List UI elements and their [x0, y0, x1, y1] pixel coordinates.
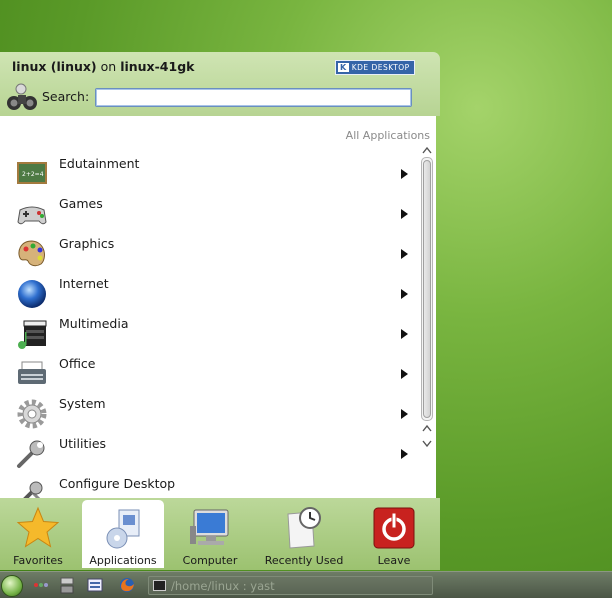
star-icon — [16, 506, 60, 548]
category-label: Multimedia — [59, 316, 129, 331]
tab-favorites[interactable]: Favorites — [6, 500, 70, 568]
file-manager-icon[interactable] — [86, 576, 104, 594]
breadcrumb-all-applications[interactable]: All Applications — [346, 129, 430, 142]
scroll-track[interactable] — [421, 157, 433, 421]
configure-desktop-item[interactable]: Configure Desktop — [0, 470, 418, 498]
scroll-down-chevron-icon[interactable] — [420, 437, 434, 449]
globe-icon — [18, 280, 46, 308]
submenu-arrow-icon — [401, 369, 408, 379]
scroll-up-chevron-icon[interactable] — [420, 144, 434, 156]
submenu-arrow-icon — [401, 409, 408, 419]
kde-desktop-logo: K KDE DESKTOP — [335, 60, 415, 75]
category-label: Games — [59, 196, 103, 211]
firefox-icon[interactable] — [118, 576, 136, 594]
category-label: Office — [59, 356, 96, 371]
category-utilities[interactable]: Utilities — [0, 430, 418, 470]
taskbar-panel: /home/linux : yast — [0, 571, 612, 598]
host-name: linux-41gk — [120, 59, 195, 74]
terminal-icon — [153, 580, 166, 591]
category-label: Edutainment — [59, 156, 140, 171]
menu-body: All Applications 2+2=4 Edutainment Games… — [0, 116, 436, 498]
tab-computer[interactable]: Computer — [176, 500, 244, 568]
on-word: on — [100, 59, 117, 74]
scroll-thumb[interactable] — [423, 160, 431, 418]
submenu-arrow-icon — [401, 289, 408, 299]
tab-label: Recently Used — [264, 554, 344, 567]
binoculars-search-icon — [7, 83, 37, 110]
category-label: Utilities — [59, 436, 107, 451]
chalkboard-icon: 2+2=4 — [17, 162, 47, 184]
tab-recently-used[interactable]: Recently Used — [258, 500, 350, 568]
taskbar-window-yast[interactable]: /home/linux : yast — [148, 576, 433, 595]
svg-text:2+2=4: 2+2=4 — [22, 171, 44, 178]
tab-label: Computer — [182, 554, 238, 567]
category-label: Internet — [59, 276, 109, 291]
tab-label: Applications — [89, 554, 157, 567]
device-notifier-icon[interactable] — [58, 576, 76, 594]
kde-k-letter: K — [338, 63, 349, 72]
desktop-pager-icon[interactable] — [32, 576, 50, 594]
typewriter-icon — [18, 361, 46, 384]
application-launcher-menu: linux (linux) on linux-41gk K KDE DESKTO… — [0, 52, 440, 570]
category-office[interactable]: Office — [0, 350, 418, 390]
gear-icon — [17, 399, 47, 429]
category-multimedia[interactable]: Multimedia — [0, 310, 418, 350]
category-internet[interactable]: Internet — [0, 270, 418, 310]
wrench-icon — [17, 440, 45, 468]
tab-label: Favorites — [13, 554, 63, 567]
clock-document-icon — [287, 507, 321, 549]
category-edutainment[interactable]: 2+2=4 Edutainment — [0, 150, 418, 190]
category-label: Graphics — [59, 236, 115, 251]
category-label: Configure Desktop — [59, 476, 176, 491]
category-list: 2+2=4 Edutainment Games Graphics Interne… — [0, 150, 418, 498]
category-label: System — [59, 396, 106, 411]
application-launcher-button[interactable] — [1, 575, 23, 597]
gamepad-icon — [17, 206, 47, 225]
power-icon — [373, 507, 415, 549]
user-host-line: linux (linux) on linux-41gk — [12, 59, 194, 74]
user-name: linux (linux) — [12, 59, 97, 74]
tab-applications[interactable]: Applications — [82, 500, 164, 568]
category-games[interactable]: Games — [0, 190, 418, 230]
clapperboard-icon — [18, 320, 47, 349]
menu-header: linux (linux) on linux-41gk K KDE DESKTO… — [0, 52, 440, 116]
launcher-tab-bar: Favorites Applications Computer Recently… — [0, 498, 440, 570]
search-label: Search: — [42, 89, 90, 104]
submenu-arrow-icon — [401, 209, 408, 219]
submenu-arrow-icon — [401, 249, 408, 259]
monitor-icon — [190, 509, 229, 545]
applications-icon — [106, 509, 140, 549]
tab-label: Leave — [377, 554, 411, 567]
kde-logo-text: KDE DESKTOP — [351, 63, 410, 72]
submenu-arrow-icon — [401, 449, 408, 459]
category-list-scrollbar[interactable] — [420, 144, 434, 448]
tools-icon — [23, 481, 43, 498]
window-title: /home/linux : yast — [171, 579, 275, 593]
tab-leave[interactable]: Leave — [366, 500, 422, 568]
submenu-arrow-icon — [401, 169, 408, 179]
category-graphics[interactable]: Graphics — [0, 230, 418, 270]
palette-icon — [18, 240, 45, 267]
submenu-arrow-icon — [401, 329, 408, 339]
search-input[interactable] — [95, 88, 412, 107]
scroll-up-chevron-icon[interactable] — [420, 422, 434, 434]
category-system[interactable]: System — [0, 390, 418, 430]
